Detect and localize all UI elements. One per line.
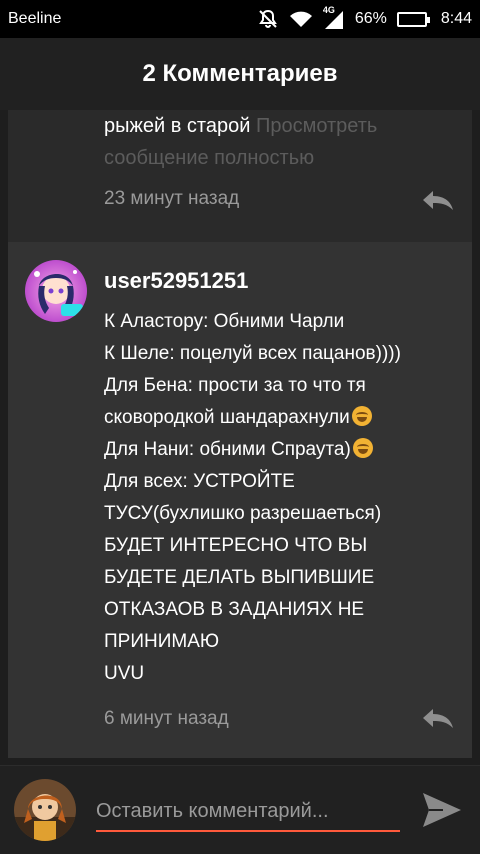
- avatar[interactable]: [25, 260, 87, 322]
- reply-icon: [423, 709, 453, 728]
- comment-input[interactable]: [96, 792, 400, 832]
- reply-icon: [423, 191, 453, 210]
- battery-icon: [396, 11, 430, 27]
- comment-list[interactable]: рыжей в старой Просмотреть сообщение пол…: [0, 110, 480, 765]
- comment-line-text: сковородкой шандарахнули: [104, 407, 350, 428]
- status-bar: Beeline 4G 66% 8:44: [0, 0, 480, 38]
- comment-time: 23 минут назад: [104, 188, 240, 209]
- send-button[interactable]: [418, 788, 466, 832]
- comment-line-text: Для Нани: обними Спраута): [104, 439, 351, 460]
- wifi-icon: [289, 10, 313, 28]
- comment-input-bar: [0, 765, 480, 854]
- comment-time: 6 минут назад: [104, 708, 229, 729]
- mute-icon: [257, 9, 279, 29]
- comment-line: сковородкой шандарахнули: [104, 402, 464, 434]
- comment-line: Для Бена: прости за то что тя: [104, 375, 366, 396]
- battery-percent: 66%: [354, 10, 387, 27]
- reply-button[interactable]: [418, 186, 458, 214]
- comment-username[interactable]: user52951251: [104, 268, 248, 294]
- comment-text: рыжей в старой: [104, 115, 251, 137]
- comment-line: К Шеле: поцелуй всех пацанов)))): [104, 343, 401, 364]
- send-icon: [423, 793, 461, 827]
- page-title: 2 Комментариев: [142, 60, 338, 87]
- status-icons: 4G 66% 8:44: [257, 5, 472, 29]
- reply-button[interactable]: [418, 704, 458, 732]
- comment-body: К Аластору: Обними Чарли К Шеле: поцелуй…: [104, 306, 464, 690]
- comment-line: ПРИНИМАЮ: [104, 631, 220, 652]
- comment-line: Для Нани: обними Спраута): [104, 434, 464, 466]
- comment-line: БУДЕТ ИНТЕРЕСНО ЧТО ВЫ: [104, 535, 368, 556]
- network-type-label: 4G: [322, 5, 335, 15]
- comment-line: Для всех: УСТРОЙТЕ: [104, 471, 295, 492]
- comment-line: ТУСУ(бухлишко разрешаеться): [104, 503, 382, 524]
- hugging-face-emoji-icon: [351, 406, 372, 426]
- comment-line: К Аластору: Обними Чарли: [104, 311, 345, 332]
- clock: 8:44: [440, 10, 472, 27]
- carrier-label: Beeline: [8, 10, 62, 27]
- comment-line: UVU: [104, 663, 145, 684]
- avatar[interactable]: [14, 779, 76, 841]
- comment-line: БУДЕТЕ ДЕЛАТЬ ВЫПИВШИЕ: [104, 567, 375, 588]
- smiling-face-emoji-icon: [352, 438, 373, 458]
- comment-item[interactable]: user52951251 К Аластору: Обними Чарли К …: [8, 242, 472, 758]
- comment-line: ОТКАЗАОВ В ЗАДАНИЯХ НЕ: [104, 599, 365, 620]
- comment-body: рыжей в старой Просмотреть сообщение пол…: [104, 110, 424, 174]
- header: 2 Комментариев: [0, 38, 480, 110]
- comment-item[interactable]: рыжей в старой Просмотреть сообщение пол…: [8, 110, 472, 242]
- signal-icon: 4G: [323, 5, 345, 29]
